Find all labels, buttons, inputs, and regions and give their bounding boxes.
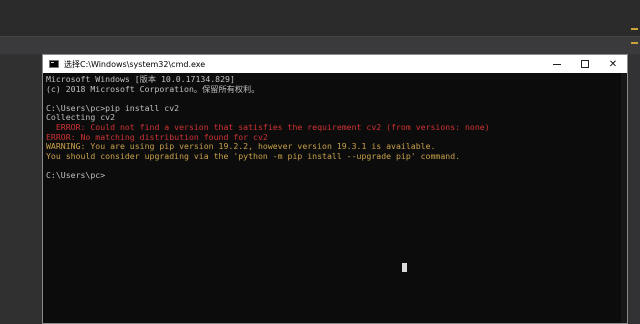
vertical-scrollbar[interactable] bbox=[621, 73, 627, 323]
console-line: You should consider upgrading via the 'p… bbox=[46, 150, 461, 161]
text-cursor bbox=[402, 263, 407, 272]
cmd-window[interactable]: 选择C:\Windows\system32\cmd.exe ✕ Microsof… bbox=[42, 54, 628, 324]
close-button[interactable]: ✕ bbox=[599, 55, 627, 73]
minimize-button[interactable] bbox=[543, 55, 571, 73]
background-editor-bar bbox=[0, 36, 640, 55]
console-line: C:\Users\pc> bbox=[46, 169, 106, 180]
console-output[interactable]: Microsoft Windows [版本 10.0.17134.829] (c)… bbox=[46, 74, 616, 181]
cmd-app-icon[interactable] bbox=[49, 60, 59, 68]
maximize-icon bbox=[581, 60, 589, 68]
background-accent-mark bbox=[631, 42, 638, 44]
console-line: C:\Users\pc>pip install cv2 bbox=[46, 102, 180, 113]
close-icon: ✕ bbox=[608, 58, 618, 70]
background-accent-mark bbox=[631, 28, 638, 30]
maximize-button[interactable] bbox=[571, 55, 599, 73]
minimize-icon bbox=[553, 63, 561, 65]
background-left-area bbox=[0, 54, 42, 324]
console-line: (c) 2018 Microsoft Corporation。保留所有权利。 bbox=[46, 83, 260, 94]
window-title: 选择C:\Windows\system32\cmd.exe bbox=[64, 59, 206, 69]
background-editor-top bbox=[0, 0, 640, 36]
window-controls: ✕ bbox=[543, 55, 627, 73]
background-right-area bbox=[628, 54, 640, 324]
title-bar[interactable]: 选择C:\Windows\system32\cmd.exe ✕ bbox=[43, 55, 627, 73]
